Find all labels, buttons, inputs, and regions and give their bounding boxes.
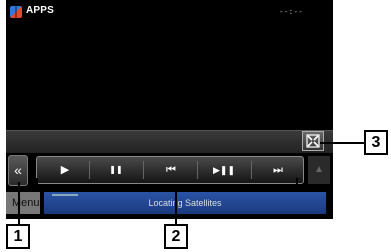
callout-2: 2 [164, 224, 188, 249]
app-title: APPS [26, 5, 55, 16]
play-button[interactable]: ▶ [53, 157, 77, 183]
info-indicator [52, 194, 78, 196]
separator [143, 161, 144, 179]
pause-button[interactable]: ❚❚ [101, 157, 131, 183]
play-pause-button[interactable]: ▶❚❚ [203, 157, 245, 183]
control-area-background [6, 131, 333, 153]
separator [251, 161, 252, 179]
callout-2-bracket-right [296, 178, 298, 188]
clock-display: --:-- [278, 7, 303, 16]
callout-3-line [320, 142, 364, 144]
side-button[interactable]: ▲ [308, 156, 330, 184]
menu-button[interactable]: Menu [6, 192, 40, 214]
apps-icon [10, 6, 22, 18]
callout-2-bracket-left [36, 178, 38, 188]
previous-button[interactable]: ⏮ [151, 157, 191, 183]
fullscreen-button[interactable] [302, 131, 324, 151]
separator [89, 161, 90, 179]
next-button[interactable]: ⏭ [257, 157, 299, 183]
fullscreen-icon [306, 134, 320, 148]
callout-1: 1 [6, 224, 30, 249]
callout-2-bracket [36, 186, 298, 188]
callout-3: 3 [364, 130, 388, 155]
info-display: Locating Satellites [44, 192, 326, 214]
media-control-bar: ▶ ❚❚ ⏮ ▶❚❚ ⏭ [36, 156, 304, 184]
separator [197, 161, 198, 179]
status-text: Locating Satellites [148, 198, 222, 208]
callout-2-line [175, 188, 177, 224]
bottom-bar: Menu Locating Satellites [6, 190, 333, 219]
callout-1-line [18, 182, 20, 224]
status-bar: APPS --:-- [6, 0, 333, 26]
